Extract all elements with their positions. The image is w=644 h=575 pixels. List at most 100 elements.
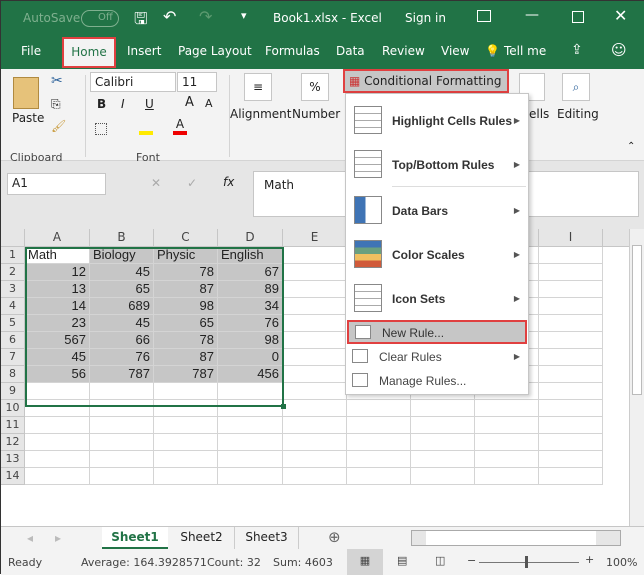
smiley-feedback-icon[interactable]: ☺ <box>611 41 627 59</box>
normal-view-icon[interactable]: ▦ <box>347 549 383 575</box>
cell[interactable] <box>347 417 411 434</box>
menu-item-manage-rules[interactable]: Manage Rules... <box>346 370 528 392</box>
cut-icon[interactable]: ✂ <box>51 73 63 89</box>
maximize-icon[interactable] <box>572 11 584 23</box>
cell[interactable]: 87 <box>154 281 218 298</box>
font-size-select[interactable]: 11 <box>177 72 217 92</box>
cell[interactable] <box>539 298 603 315</box>
customize-qat-icon[interactable]: ▾ <box>241 9 247 22</box>
format-painter-icon[interactable]: 🖌 <box>51 119 66 133</box>
tab-review[interactable]: Review <box>382 44 425 58</box>
menu-item-data-bars[interactable]: Data Bars ▶ <box>346 192 528 228</box>
cell[interactable] <box>283 366 347 383</box>
cell[interactable] <box>411 451 475 468</box>
row-header[interactable]: 5 <box>1 315 25 332</box>
zoom-slider[interactable] <box>479 556 579 568</box>
cell[interactable] <box>218 451 283 468</box>
cell[interactable] <box>25 434 90 451</box>
row-header[interactable]: 1 <box>1 247 25 264</box>
cell[interactable] <box>475 417 539 434</box>
close-icon[interactable]: ✕ <box>614 6 627 25</box>
cell[interactable] <box>283 264 347 281</box>
share-icon[interactable]: ⇪ <box>571 42 583 58</box>
cell[interactable]: 14 <box>25 298 90 315</box>
cell[interactable] <box>283 332 347 349</box>
fill-handle[interactable] <box>281 404 286 409</box>
menu-item-highlight-cells-rules[interactable]: Highlight Cells Rules ▶ <box>346 102 528 138</box>
zoom-in-icon[interactable]: + <box>585 553 594 566</box>
cell[interactable] <box>411 434 475 451</box>
menu-item-top-bottom-rules[interactable]: Top/Bottom Rules ▶ <box>346 146 528 182</box>
cell[interactable] <box>283 298 347 315</box>
increase-font-icon[interactable]: A <box>185 95 194 110</box>
cell[interactable] <box>25 451 90 468</box>
cell[interactable]: 45 <box>25 349 90 366</box>
cell[interactable] <box>25 400 90 417</box>
cell[interactable] <box>411 417 475 434</box>
font-color-icon[interactable]: A <box>173 118 187 135</box>
cell[interactable]: 98 <box>218 332 283 349</box>
cells-button[interactable]: ells <box>529 107 549 121</box>
cell[interactable] <box>154 417 218 434</box>
cell[interactable] <box>154 434 218 451</box>
cell[interactable]: 45 <box>90 264 154 281</box>
sheet-tab-sheet2[interactable]: Sheet2 <box>169 527 235 549</box>
borders-icon[interactable] <box>95 123 107 135</box>
paste-icon[interactable] <box>13 77 39 109</box>
cell[interactable]: 0 <box>218 349 283 366</box>
ribbon-display-icon[interactable] <box>477 10 491 22</box>
cell[interactable]: 65 <box>90 281 154 298</box>
cell[interactable] <box>154 383 218 400</box>
cell[interactable] <box>218 468 283 485</box>
cell[interactable] <box>283 434 347 451</box>
cell[interactable] <box>539 281 603 298</box>
scroll-right-sheets-icon[interactable]: ▸ <box>55 531 61 545</box>
row-header[interactable]: 11 <box>1 417 25 434</box>
editing-button[interactable]: Editing <box>557 107 599 121</box>
cell[interactable]: 66 <box>90 332 154 349</box>
cell[interactable]: 456 <box>218 366 283 383</box>
zoom-out-icon[interactable]: − <box>467 554 476 567</box>
autosave-toggle[interactable]: Off <box>81 10 119 27</box>
cell[interactable]: 98 <box>154 298 218 315</box>
row-header[interactable]: 3 <box>1 281 25 298</box>
cell[interactable]: 78 <box>154 264 218 281</box>
cell[interactable]: 89 <box>218 281 283 298</box>
sheet-tab-sheet3[interactable]: Sheet3 <box>235 527 299 549</box>
cell[interactable] <box>539 400 603 417</box>
cell[interactable]: Biology <box>90 247 154 264</box>
cell[interactable] <box>475 434 539 451</box>
cell[interactable] <box>411 468 475 485</box>
cell[interactable] <box>283 349 347 366</box>
row-header[interactable]: 2 <box>1 264 25 281</box>
cell[interactable] <box>90 468 154 485</box>
save-icon[interactable]: 🖫 <box>134 8 148 35</box>
fill-color-icon[interactable] <box>139 119 153 135</box>
cell[interactable] <box>90 434 154 451</box>
row-header[interactable]: 6 <box>1 332 25 349</box>
cell[interactable] <box>475 451 539 468</box>
cell[interactable] <box>539 366 603 383</box>
cell[interactable] <box>539 383 603 400</box>
cell[interactable] <box>283 383 347 400</box>
zoom-level[interactable]: 100% <box>606 556 637 569</box>
cell[interactable] <box>539 264 603 281</box>
enter-icon[interactable]: ✓ <box>187 176 197 190</box>
find-icon[interactable]: ⌕ <box>562 73 590 101</box>
font-name-select[interactable]: Calibri <box>90 72 176 92</box>
cell[interactable]: 56 <box>25 366 90 383</box>
tab-home[interactable]: Home <box>62 37 116 68</box>
cell[interactable] <box>283 400 347 417</box>
cell[interactable] <box>347 434 411 451</box>
tell-me-search[interactable]: Tell me <box>504 44 546 58</box>
cell[interactable] <box>539 247 603 264</box>
cell[interactable] <box>283 417 347 434</box>
copy-icon[interactable]: ⎘ <box>51 97 61 112</box>
column-header[interactable]: D <box>218 229 283 247</box>
cell[interactable] <box>347 468 411 485</box>
cell[interactable]: 34 <box>218 298 283 315</box>
cell[interactable]: 23 <box>25 315 90 332</box>
cell[interactable]: 65 <box>154 315 218 332</box>
cell[interactable] <box>475 468 539 485</box>
horizontal-scrollbar[interactable] <box>411 530 621 546</box>
